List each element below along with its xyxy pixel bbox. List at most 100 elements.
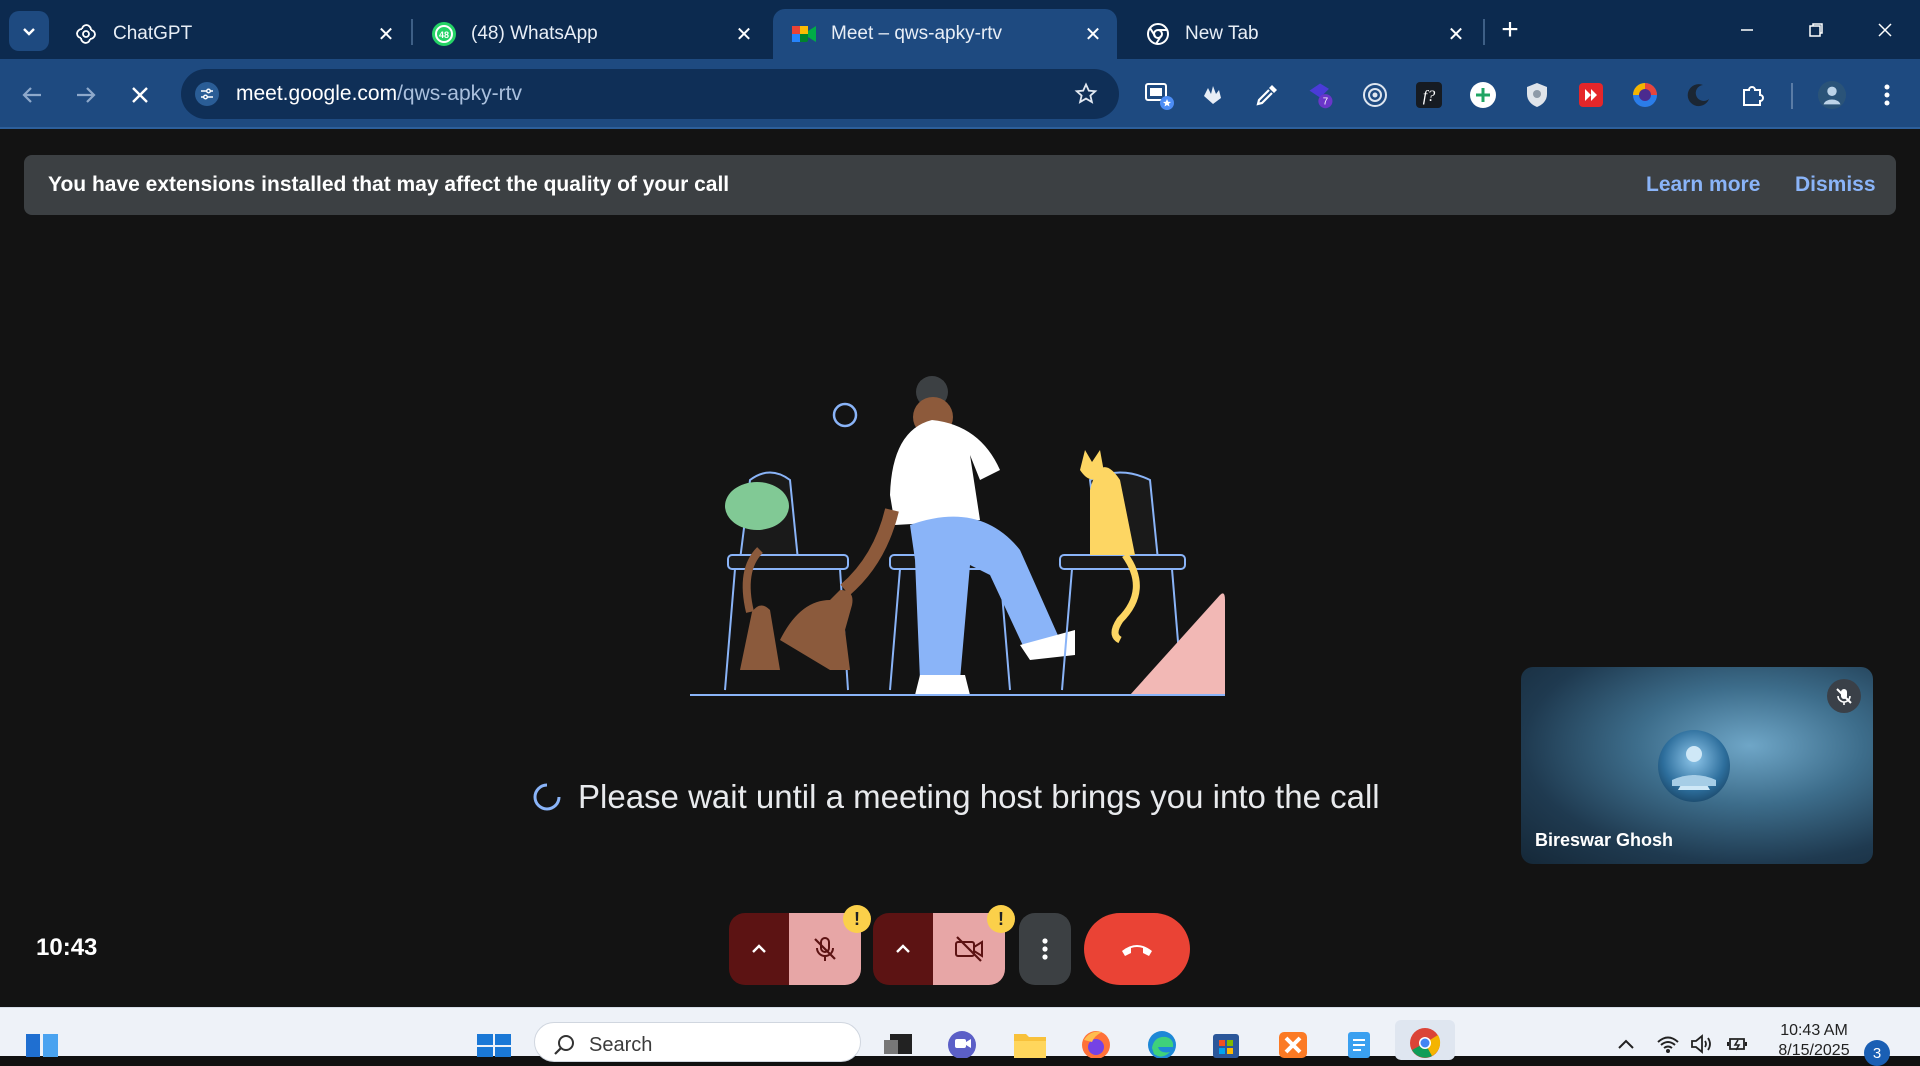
extensions-warning-banner: You have extensions installed that may a… (24, 155, 1896, 215)
extension-media-icon[interactable] (1576, 80, 1606, 110)
audio-options-button[interactable] (729, 913, 789, 985)
system-clock[interactable]: 10:43 AM 8/15/2025 (1774, 1021, 1854, 1061)
widgets-icon[interactable] (24, 1030, 60, 1057)
tab-title: Meet – qws-apky-rtv (831, 23, 1003, 44)
waiting-text: Please wait until a meeting host brings … (578, 778, 1380, 815)
extension-target-icon[interactable] (1360, 80, 1390, 110)
taskbar-file-explorer-icon[interactable] (1012, 1028, 1048, 1058)
more-options-button[interactable] (1019, 913, 1071, 985)
close-icon[interactable]: ✕ (372, 20, 400, 48)
extension-badge-count: 7 (1323, 97, 1328, 108)
taskbar-firefox-icon[interactable] (1078, 1028, 1114, 1058)
avatar (1658, 730, 1730, 802)
taskbar-notepad-icon[interactable] (1341, 1028, 1377, 1058)
url-text[interactable]: meet.google.com/qws-apky-rtv (236, 82, 522, 106)
tab-separator (1483, 19, 1485, 45)
microphone-toggle-button[interactable]: ! (789, 905, 871, 985)
taskbar-search-input[interactable]: Search (534, 1022, 861, 1062)
notification-badge[interactable]: 3 (1864, 1040, 1890, 1066)
learn-more-link[interactable]: Learn more (1646, 173, 1760, 197)
stop-loading-button[interactable] (122, 77, 158, 113)
close-icon[interactable]: ✕ (730, 20, 758, 48)
tab-title: New Tab (1185, 23, 1259, 44)
taskbar-chrome-icon[interactable] (1395, 1020, 1455, 1060)
taskbar-task-view-icon[interactable] (880, 1028, 916, 1058)
waiting-room-illustration (690, 376, 1225, 696)
mic-off-icon (814, 937, 836, 961)
tab-meet[interactable]: Meet – qws-apky-rtv ✕ (773, 9, 1117, 59)
extensions-puzzle-icon[interactable] (1738, 80, 1768, 110)
taskbar-edge-icon[interactable] (1144, 1028, 1180, 1058)
search-placeholder: Search (589, 1034, 653, 1056)
self-view-tile[interactable]: Bireswar Ghosh (1521, 667, 1873, 864)
address-bar[interactable]: meet.google.com/qws-apky-rtv (181, 69, 1119, 119)
tab-whatsapp[interactable]: 48 (48) WhatsApp ✕ (413, 9, 768, 59)
extension-diamond-icon[interactable]: 7 (1306, 80, 1336, 110)
minimize-button[interactable] (1717, 10, 1777, 50)
dismiss-button[interactable]: Dismiss (1795, 173, 1876, 197)
browser-toolbar: meet.google.com/qws-apky-rtv 7 f? (0, 59, 1920, 129)
mic-off-icon (1827, 679, 1861, 713)
leave-call-button[interactable] (1084, 913, 1190, 985)
url-host: meet.google.com (236, 82, 398, 105)
extension-hand-icon[interactable] (1197, 80, 1227, 110)
windows-start-icon[interactable] (476, 1030, 512, 1057)
taskbar-teams-icon[interactable] (944, 1028, 980, 1058)
url-path: /qws-apky-rtv (397, 82, 522, 105)
taskbar-xampp-icon[interactable] (1275, 1028, 1311, 1058)
camera-off-icon (955, 936, 983, 962)
extension-font-icon[interactable]: f? (1414, 80, 1444, 110)
profile-avatar-icon[interactable] (1817, 80, 1847, 110)
chevron-up-icon (752, 944, 766, 953)
forward-button[interactable] (68, 77, 104, 113)
taskbar-store-icon[interactable] (1208, 1028, 1244, 1058)
chatgpt-icon (73, 21, 99, 47)
tab-search-button[interactable] (9, 11, 49, 51)
search-icon (554, 1035, 574, 1055)
close-icon (1878, 23, 1892, 37)
restore-icon (1809, 23, 1823, 37)
bookmark-star-icon[interactable] (1071, 79, 1101, 109)
camera-toggle-button[interactable]: ! (933, 905, 1015, 985)
banner-message: You have extensions installed that may a… (48, 173, 730, 196)
wifi-icon[interactable] (1654, 1032, 1682, 1056)
close-icon[interactable]: ✕ (1079, 20, 1107, 48)
shield-icon[interactable] (1522, 80, 1552, 110)
kebab-menu-icon[interactable] (1872, 80, 1902, 110)
whatsapp-icon: 48 (431, 21, 457, 47)
svg-text:f?: f? (1423, 88, 1435, 105)
tab-chatgpt[interactable]: ChatGPT ✕ (55, 9, 410, 59)
loading-spinner-icon (533, 783, 561, 811)
hang-up-icon (1122, 945, 1152, 956)
close-window-button[interactable] (1855, 10, 1915, 50)
tab-new-tab[interactable]: New Tab ✕ (1127, 9, 1480, 59)
close-icon[interactable]: ✕ (1442, 20, 1470, 48)
dark-mode-moon-icon[interactable] (1684, 80, 1714, 110)
arrow-left-icon (22, 87, 41, 103)
chevron-down-icon (23, 28, 35, 36)
volume-icon[interactable] (1689, 1032, 1717, 1056)
waiting-message: Please wait until a meeting host brings … (532, 775, 1380, 819)
tab-title: ChatGPT (113, 23, 193, 44)
tray-overflow-chevron-icon[interactable] (1612, 1032, 1640, 1056)
extension-orb-icon[interactable] (1630, 80, 1660, 110)
toolbar-separator (1791, 83, 1793, 109)
arrow-right-icon (77, 87, 96, 103)
warning-badge: ! (987, 905, 1015, 933)
close-icon (132, 87, 148, 103)
eyedropper-icon[interactable] (1252, 80, 1282, 110)
browser-window: ChatGPT ✕ 48 (48) WhatsApp ✕ Meet – qws-… (0, 0, 1920, 1007)
extension-plus-icon[interactable] (1468, 80, 1498, 110)
site-info-icon[interactable] (193, 80, 221, 108)
video-options-button[interactable] (873, 913, 933, 985)
google-meet-icon (791, 21, 817, 47)
battery-charging-icon[interactable] (1725, 1032, 1753, 1056)
back-button[interactable] (14, 77, 50, 113)
new-tab-button[interactable]: + (1494, 13, 1526, 46)
chrome-icon (1145, 21, 1171, 47)
restore-button[interactable] (1786, 10, 1846, 50)
kebab-menu-icon (1042, 938, 1048, 960)
meeting-clock: 10:43 (36, 934, 98, 961)
extension-tab-manager-icon[interactable] (1144, 80, 1174, 110)
system-date: 8/15/2025 (1778, 1042, 1850, 1059)
